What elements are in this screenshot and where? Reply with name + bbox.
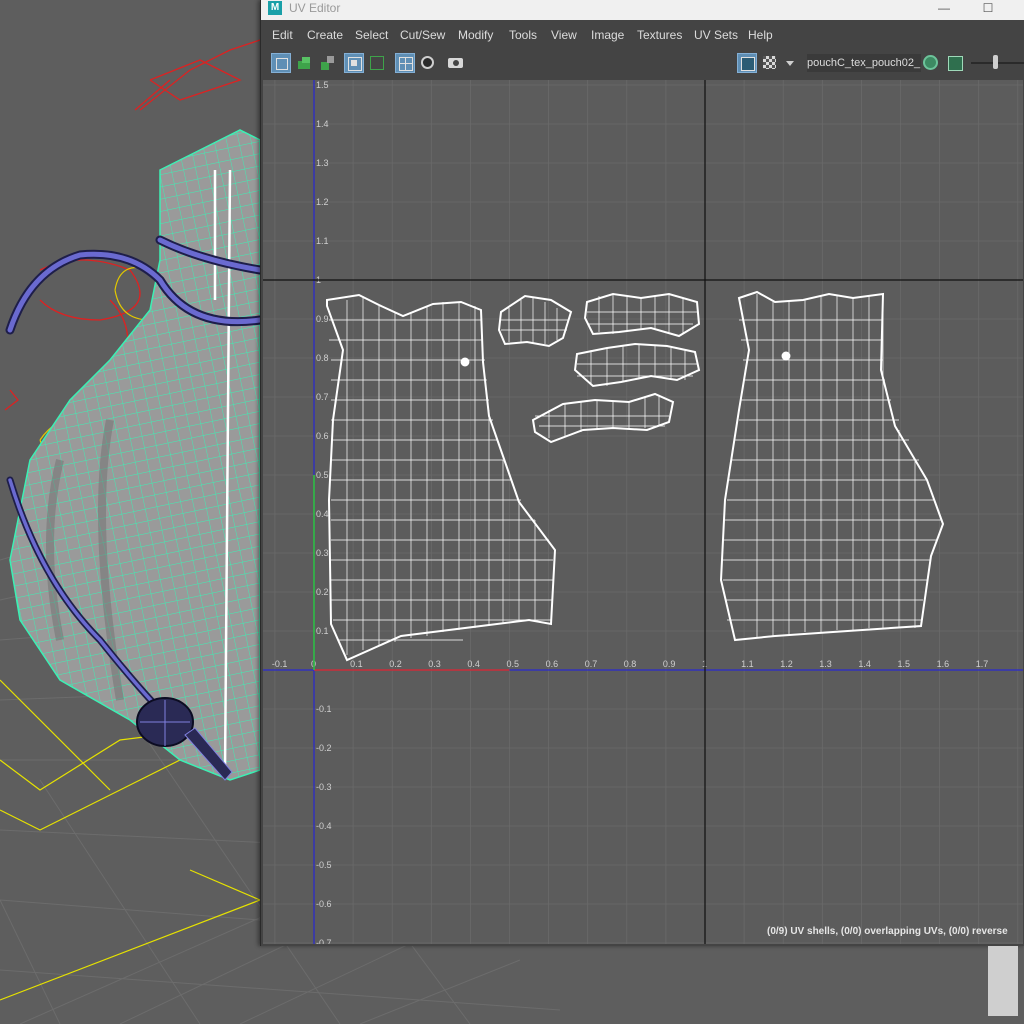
u-tick-label: 0.3 bbox=[428, 659, 441, 669]
v-tick-label: 0.8 bbox=[316, 353, 329, 363]
title-bar[interactable]: M UV Editor — ☐ bbox=[261, 0, 1024, 20]
scrollbar[interactable] bbox=[988, 946, 1018, 1016]
display-image-icon[interactable] bbox=[737, 53, 757, 73]
v-tick-label: 0.6 bbox=[316, 431, 329, 441]
minimize-button[interactable]: — bbox=[931, 0, 957, 18]
snapshot-icon[interactable] bbox=[446, 53, 466, 73]
image-icon[interactable] bbox=[945, 53, 965, 73]
u-tick-label: 0.2 bbox=[389, 659, 402, 669]
u-tick-label: 1.1 bbox=[741, 659, 754, 669]
frame-icon[interactable] bbox=[344, 53, 364, 73]
menu-cut-sew[interactable]: Cut/Sew bbox=[400, 28, 445, 42]
checker-icon[interactable] bbox=[760, 53, 780, 73]
v-tick-label: 1.4 bbox=[316, 119, 329, 129]
grid-icon[interactable] bbox=[395, 53, 415, 73]
v-tick-label: 0.3 bbox=[316, 548, 329, 558]
v-tick-label: -0.3 bbox=[316, 782, 332, 792]
u-tick-label: 1.2 bbox=[780, 659, 793, 669]
v-tick-label: -0.1 bbox=[316, 704, 332, 714]
menu-view[interactable]: View bbox=[551, 28, 577, 42]
menu-edit[interactable]: Edit bbox=[272, 28, 293, 42]
v-tick-label: -0.5 bbox=[316, 860, 332, 870]
v-tick-label: 0.4 bbox=[316, 509, 329, 519]
v-tick-label: -0.7 bbox=[316, 938, 332, 944]
uv-canvas[interactable]: -0.100.10.20.30.40.50.60.70.80.911.11.21… bbox=[263, 80, 1023, 944]
uv-status-text: (0/9) UV shells, (0/0) overlapping UVs, … bbox=[767, 926, 1008, 937]
u-tick-label: 0.5 bbox=[507, 659, 520, 669]
uv-pivot-marker-left[interactable] bbox=[460, 357, 470, 367]
v-tick-label: 1.2 bbox=[316, 197, 329, 207]
u-tick-label: 0.1 bbox=[350, 659, 363, 669]
v-tick-label: -0.2 bbox=[316, 743, 332, 753]
u-tick-label: 1.3 bbox=[819, 659, 832, 669]
u-tick-label: 0.6 bbox=[546, 659, 559, 669]
v-tick-label: 0.7 bbox=[316, 392, 329, 402]
v-tick-label: -0.4 bbox=[316, 821, 332, 831]
u-tick-label: 0.9 bbox=[663, 659, 676, 669]
menu-image[interactable]: Image bbox=[591, 28, 624, 42]
exposure-slider-handle[interactable] bbox=[993, 55, 998, 69]
u-tick-label: 1.5 bbox=[898, 659, 911, 669]
menu-select[interactable]: Select bbox=[355, 28, 388, 42]
v-tick-label: 1.3 bbox=[316, 158, 329, 168]
v-tick-label: 0.1 bbox=[316, 626, 329, 636]
u-tick-label: -0.1 bbox=[272, 659, 288, 669]
v-tick-label: 0.9 bbox=[316, 314, 329, 324]
shaded-icon[interactable] bbox=[418, 53, 438, 73]
texture-icon[interactable] bbox=[921, 53, 941, 73]
menu-help[interactable]: Help bbox=[748, 28, 773, 42]
v-tick-label: 0.5 bbox=[316, 470, 329, 480]
maximize-button[interactable]: ☐ bbox=[975, 0, 1001, 18]
dropdown-icon[interactable] bbox=[783, 53, 797, 73]
u-tick-label: 1.4 bbox=[858, 659, 871, 669]
u-tick-label: 0.7 bbox=[585, 659, 598, 669]
window-title: UV Editor bbox=[289, 1, 341, 15]
uv-pivot-marker-right[interactable] bbox=[781, 351, 791, 361]
texture-name-field[interactable]: pouchC_tex_pouch02_ bbox=[807, 54, 921, 72]
uv-vertex-icon[interactable] bbox=[317, 53, 337, 73]
menu-textures[interactable]: Textures bbox=[637, 28, 682, 42]
menu-tools[interactable]: Tools bbox=[509, 28, 537, 42]
toolbar: pouchC_tex_pouch02_ bbox=[261, 50, 1024, 78]
v-tick-label: -0.6 bbox=[316, 899, 332, 909]
menu-create[interactable]: Create bbox=[307, 28, 343, 42]
uv-shell-icon[interactable] bbox=[271, 53, 291, 73]
u-tick-label: 0.8 bbox=[624, 659, 637, 669]
v-tick-label: 1.1 bbox=[316, 236, 329, 246]
uv-editor-window[interactable]: M UV Editor — ☐ Edit Create Select Cut/S… bbox=[260, 0, 1024, 946]
frame-alt-icon[interactable] bbox=[367, 53, 387, 73]
v-tick-label: 1.5 bbox=[316, 80, 329, 90]
maya-logo-icon: M bbox=[268, 1, 282, 15]
menu-uv-sets[interactable]: UV Sets bbox=[694, 28, 738, 42]
u-tick-label: 1.7 bbox=[976, 659, 989, 669]
v-tick-label: 0.2 bbox=[316, 587, 329, 597]
menu-bar: Edit Create Select Cut/Sew Modify Tools … bbox=[261, 22, 1024, 48]
uv-shell-alt-icon[interactable] bbox=[294, 53, 314, 73]
u-tick-label: 1.6 bbox=[937, 659, 950, 669]
menu-modify[interactable]: Modify bbox=[458, 28, 493, 42]
u-tick-label: 0.4 bbox=[467, 659, 480, 669]
